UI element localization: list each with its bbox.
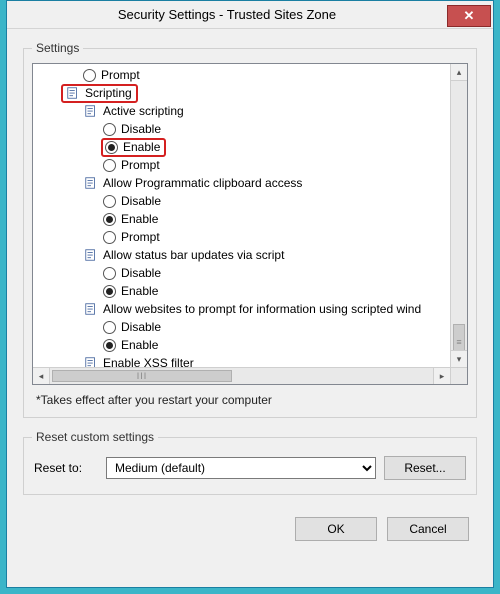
window-title: Security Settings - Trusted Sites Zone: [7, 7, 447, 22]
option-label: Disable: [121, 122, 161, 136]
item-label: Allow status bar updates via script: [103, 248, 284, 262]
dialog-window: Security Settings - Trusted Sites Zone ✕…: [6, 0, 494, 588]
radio-icon: [103, 231, 116, 244]
option-label: Prompt: [101, 68, 140, 82]
reset-to-select[interactable]: Medium (default): [106, 457, 376, 479]
radio-awp-enable[interactable]: Enable: [35, 336, 450, 354]
restart-note: *Takes effect after you restart your com…: [36, 393, 468, 407]
scroll-down-icon[interactable]: ▾: [451, 350, 467, 367]
radio-apca-prompt[interactable]: Prompt: [35, 228, 450, 246]
reset-group: Reset custom settings Reset to: Medium (…: [23, 430, 477, 495]
close-button[interactable]: ✕: [447, 5, 491, 27]
radio-apca-enable[interactable]: Enable: [35, 210, 450, 228]
radio-as-prompt[interactable]: Prompt: [35, 156, 450, 174]
option-label: Disable: [121, 266, 161, 280]
radio-asbu-disable[interactable]: Disable: [35, 264, 450, 282]
tree-viewport[interactable]: Prompt Scripting: [33, 64, 450, 367]
highlight-enable: Enable: [101, 138, 166, 157]
option-label: Prompt: [121, 158, 160, 172]
radio-as-enable[interactable]: Enable: [35, 138, 450, 156]
option-label: Disable: [121, 194, 161, 208]
item-label: Active scripting: [103, 104, 184, 118]
radio-icon: [105, 141, 118, 154]
radio-icon: [103, 195, 116, 208]
radio-icon: [103, 159, 116, 172]
close-icon: ✕: [464, 8, 475, 24]
option-label: Enable: [121, 212, 158, 226]
reset-button[interactable]: Reset...: [384, 456, 466, 480]
scroll-right-icon[interactable]: ▸: [433, 368, 450, 384]
option-label: Enable: [123, 140, 160, 154]
scroll-icon: [83, 301, 99, 317]
option-label: Disable: [121, 320, 161, 334]
scroll-icon: [83, 175, 99, 191]
scroll-icon: [65, 85, 81, 101]
radio-icon: [103, 321, 116, 334]
ok-button[interactable]: OK: [295, 517, 377, 541]
radio-icon: [103, 123, 116, 136]
vertical-scrollbar[interactable]: ▴ ≡ ▾: [450, 64, 467, 367]
category-scripting[interactable]: Scripting: [35, 84, 450, 102]
item-xss[interactable]: Enable XSS filter: [35, 354, 450, 367]
dialog-footer: OK Cancel: [23, 507, 477, 541]
option-label: Enable: [121, 284, 158, 298]
titlebar[interactable]: Security Settings - Trusted Sites Zone ✕: [7, 1, 493, 29]
reset-legend: Reset custom settings: [32, 430, 158, 444]
category-label: Scripting: [85, 86, 132, 100]
radio-icon: [83, 69, 96, 82]
scroll-icon: [83, 103, 99, 119]
item-apca[interactable]: Allow Programmatic clipboard access: [35, 174, 450, 192]
radio-awp-disable[interactable]: Disable: [35, 318, 450, 336]
option-label: Enable: [121, 338, 158, 352]
scroll-thumb[interactable]: III: [52, 370, 232, 382]
highlight-scripting: Scripting: [61, 84, 138, 103]
radio-icon: [103, 285, 116, 298]
item-label: Allow websites to prompt for information…: [103, 302, 421, 316]
item-active-scripting[interactable]: Active scripting: [35, 102, 450, 120]
radio-asbu-enable[interactable]: Enable: [35, 282, 450, 300]
radio-apca-disable[interactable]: Disable: [35, 192, 450, 210]
radio-icon: [103, 267, 116, 280]
scroll-icon: [83, 247, 99, 263]
radio-as-disable[interactable]: Disable: [35, 120, 450, 138]
item-label: Enable XSS filter: [103, 356, 194, 367]
cancel-button[interactable]: Cancel: [387, 517, 469, 541]
dialog-content: Settings Prompt Scripting: [7, 29, 493, 553]
scroll-left-icon[interactable]: ◂: [33, 368, 50, 384]
reset-to-label: Reset to:: [34, 461, 98, 475]
option-label: Prompt: [121, 230, 160, 244]
hscroll-track[interactable]: III: [50, 368, 433, 384]
scroll-corner: [450, 367, 467, 384]
radio-prompt-top[interactable]: Prompt: [35, 66, 450, 84]
settings-tree: Prompt Scripting: [32, 63, 468, 385]
scroll-up-icon[interactable]: ▴: [451, 64, 467, 81]
horizontal-scrollbar[interactable]: ◂ III ▸: [33, 367, 450, 384]
radio-icon: [103, 339, 116, 352]
item-awp[interactable]: Allow websites to prompt for information…: [35, 300, 450, 318]
settings-group: Settings Prompt Scripting: [23, 41, 477, 418]
item-asbu[interactable]: Allow status bar updates via script: [35, 246, 450, 264]
settings-legend: Settings: [32, 41, 83, 55]
item-label: Allow Programmatic clipboard access: [103, 176, 302, 190]
scroll-icon: [83, 355, 99, 367]
radio-icon: [103, 213, 116, 226]
